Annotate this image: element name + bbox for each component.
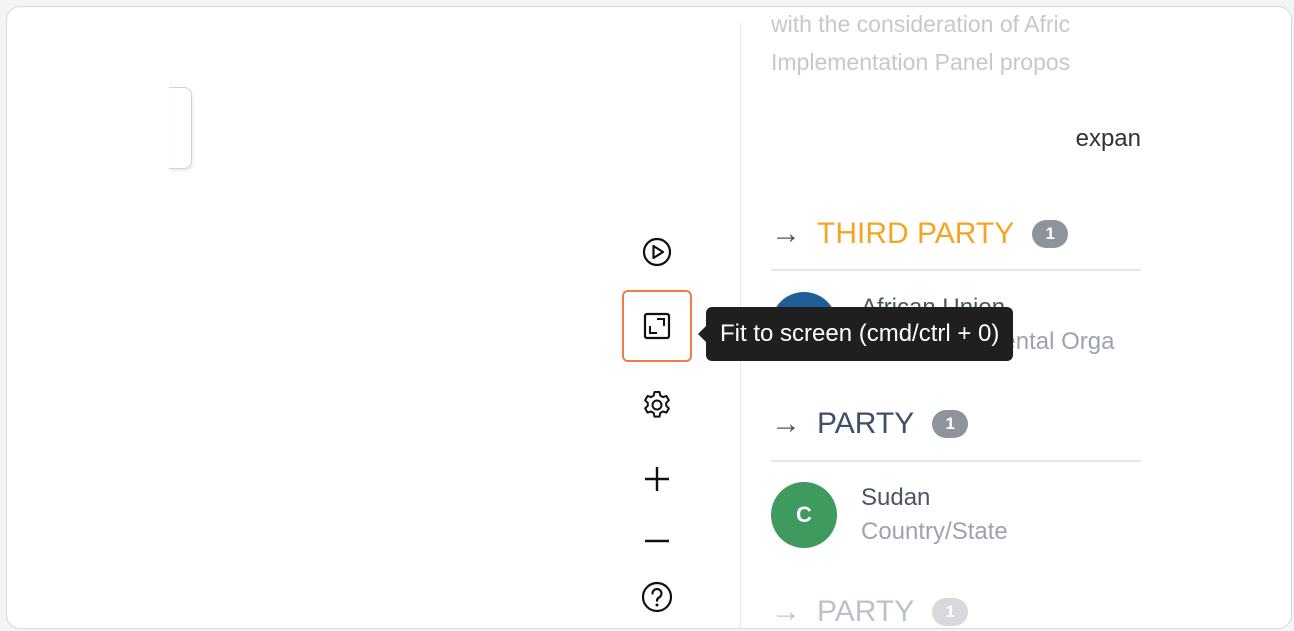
zoom-out-button[interactable]: [619, 518, 695, 564]
count-badge: 1: [932, 598, 969, 626]
entity-type: Country/State: [861, 518, 1008, 545]
gear-icon: [641, 389, 673, 421]
search-box-edge[interactable]: [169, 87, 192, 169]
fit-to-screen-button[interactable]: [622, 290, 692, 362]
zoom-in-button[interactable]: [619, 456, 695, 502]
section-title: PARTY: [817, 595, 915, 628]
section-title: THIRD PARTY: [817, 217, 1015, 250]
section-header-party[interactable]: → PARTY 1: [771, 595, 969, 628]
arrow-right-icon: →: [771, 407, 801, 440]
description-line: Implementation Panel propos: [771, 49, 1071, 75]
entity-name: Sudan: [861, 484, 931, 511]
help-button[interactable]: [619, 574, 695, 620]
section-divider: [771, 269, 1141, 271]
count-badge: 1: [1032, 220, 1069, 248]
minus-icon: [642, 526, 672, 556]
arrow-right-icon: →: [771, 217, 801, 250]
entity-item-sudan[interactable]: C Sudan Country/State: [771, 481, 1008, 549]
plus-icon: [642, 464, 672, 494]
graph-view-card: with the consideration of Afric Implemen…: [6, 6, 1292, 629]
avatar: C: [771, 482, 837, 548]
fit-to-screen-icon: [642, 311, 672, 341]
expand-link[interactable]: expan: [1076, 125, 1141, 153]
section-divider: [771, 460, 1141, 462]
help-circle-icon: [641, 581, 673, 613]
section-title: PARTY: [817, 407, 915, 440]
section-header-third-party[interactable]: → THIRD PARTY 1: [771, 217, 1069, 251]
description-line: with the consideration of Afric: [771, 11, 1071, 37]
description-text: with the consideration of Afric Implemen…: [771, 7, 1141, 81]
settings-button[interactable]: [619, 382, 695, 428]
graph-toolbar: [619, 229, 695, 619]
arrow-right-icon: →: [771, 595, 801, 628]
count-badge: 1: [932, 410, 969, 438]
tooltip: Fit to screen (cmd/ctrl + 0): [697, 307, 1014, 361]
play-button[interactable]: [619, 229, 695, 275]
play-circle-icon: [642, 237, 672, 267]
section-header-party[interactable]: → PARTY 1: [771, 407, 969, 441]
